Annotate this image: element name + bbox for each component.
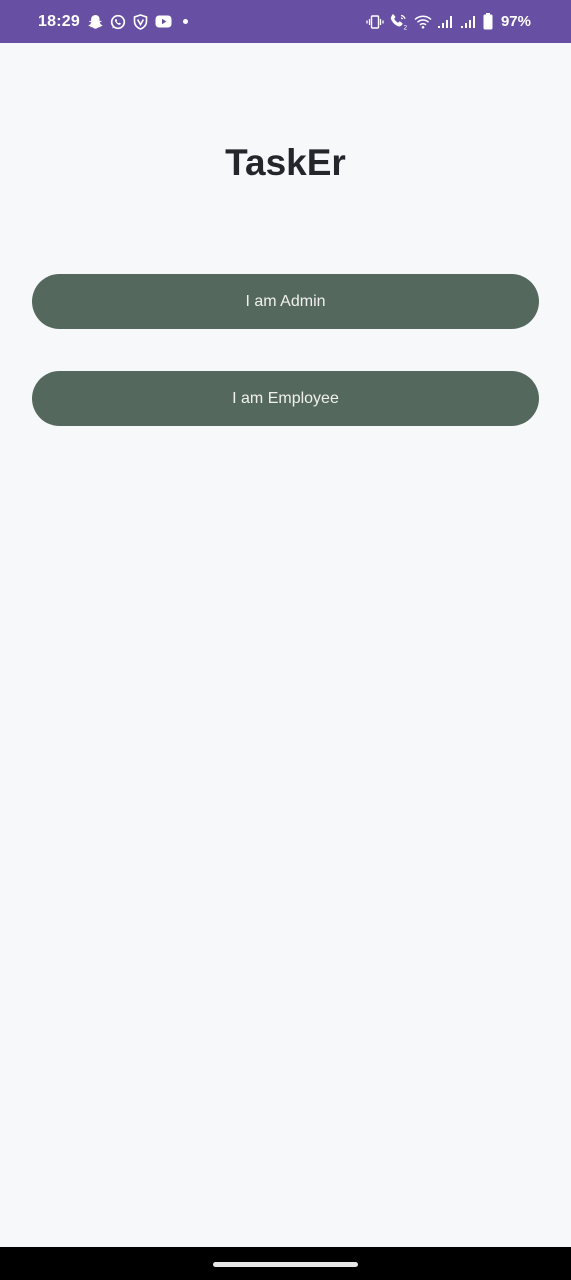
- status-bar-left: 18:29: [38, 13, 188, 31]
- wifi-calling-icon: 2: [389, 13, 409, 30]
- admin-role-button[interactable]: I am Admin: [32, 274, 539, 329]
- app-title: TaskEr: [225, 142, 346, 183]
- navigation-bar: [0, 1247, 571, 1280]
- battery-percent: 97%: [500, 13, 531, 30]
- vpn-shield-icon: [133, 13, 148, 30]
- whatsapp-icon: [110, 14, 126, 30]
- status-bar-right: 2 97%: [366, 13, 531, 30]
- battery-icon: [483, 13, 493, 30]
- signal-sim1-icon: [437, 15, 455, 29]
- home-gesture-handle[interactable]: [213, 1262, 358, 1267]
- snapchat-icon: [88, 14, 103, 30]
- vibrate-icon: [366, 14, 384, 29]
- status-bar: 18:29 2 97%: [0, 0, 571, 43]
- status-time: 18:29: [38, 12, 80, 30]
- wifi-icon: [414, 15, 432, 29]
- employee-role-button[interactable]: I am Employee: [32, 371, 539, 426]
- signal-sim2-icon: [460, 15, 478, 29]
- youtube-icon: [155, 15, 172, 28]
- svg-text:2: 2: [403, 25, 407, 31]
- more-notifications-dot-icon: [182, 19, 188, 24]
